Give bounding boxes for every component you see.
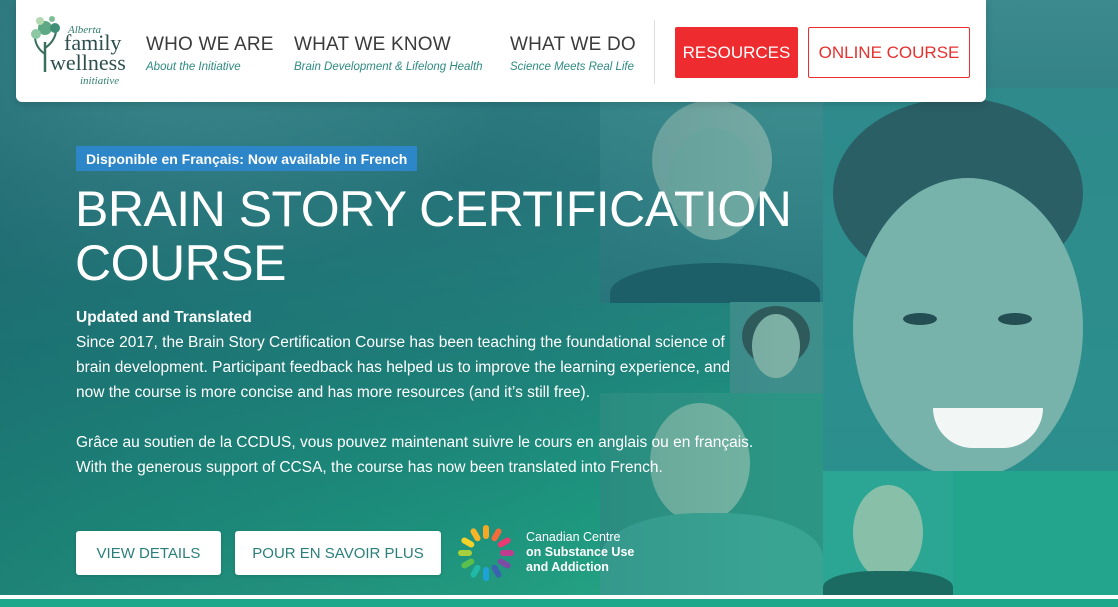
- resources-button[interactable]: RESOURCES: [675, 27, 798, 78]
- logo-text-wellness: wellness: [50, 50, 126, 75]
- nav-subtitle: About the Initiative: [146, 61, 241, 73]
- paragraph-translation: With the generous support of CCSA, the c…: [76, 459, 663, 476]
- site-header: Alberta family wellness initiative WHO W…: [16, 0, 986, 102]
- nav-what-we-do[interactable]: WHAT WE DO Science Meets Real Life: [510, 34, 636, 73]
- afwi-logo[interactable]: Alberta family wellness initiative: [28, 12, 138, 90]
- paragraph-course-intro: Since 2017, the Brain Story Certificatio…: [76, 334, 730, 401]
- view-details-button[interactable]: VIEW DETAILS: [76, 531, 221, 575]
- title-line: BRAIN STORY CERTIFICATION: [75, 181, 792, 237]
- photo-woman-closeup: [823, 88, 1118, 471]
- french-availability-badge: Disponible en Français: Now available in…: [76, 146, 418, 171]
- photo-tile: [953, 471, 1118, 605]
- ccsa-line: Canadian Centre: [526, 530, 621, 544]
- nav-divider: [654, 20, 655, 84]
- nav-subtitle: Brain Development & Lifelong Health: [294, 61, 483, 73]
- title-line: COURSE: [75, 235, 286, 291]
- photo-man-older: [823, 471, 953, 605]
- logo-text-initiative: initiative: [80, 75, 120, 87]
- page-title: BRAIN STORY CERTIFICATION COURSE: [75, 181, 792, 291]
- nav-title: WHAT WE KNOW: [294, 34, 451, 55]
- paragraph-french: Grâce au soutien de la CCDUS, vous pouve…: [76, 434, 754, 451]
- nav-title: WHAT WE DO: [510, 34, 636, 55]
- nav-who-we-are[interactable]: WHO WE ARE About the Initiative: [146, 34, 274, 73]
- ccsa-partner-logo[interactable]: Canadian Centre on Substance Use and Add…: [454, 521, 654, 585]
- bottom-divider: [0, 595, 1118, 607]
- hero-description: Updated and Translated Since 2017, the B…: [76, 305, 756, 480]
- nav-subtitle: Science Meets Real Life: [510, 61, 635, 73]
- ccsa-line: on Substance Use: [526, 545, 635, 559]
- pour-en-savoir-plus-button[interactable]: POUR EN SAVOIR PLUS: [235, 531, 441, 575]
- ccsa-burst-icon: [458, 525, 514, 581]
- subheading: Updated and Translated: [76, 309, 252, 326]
- online-course-button[interactable]: ONLINE COURSE: [808, 27, 970, 78]
- nav-title: WHO WE ARE: [146, 34, 274, 55]
- ccsa-line: and Addiction: [526, 560, 609, 574]
- nav-what-we-know[interactable]: WHAT WE KNOW Brain Development & Lifelon…: [294, 34, 483, 73]
